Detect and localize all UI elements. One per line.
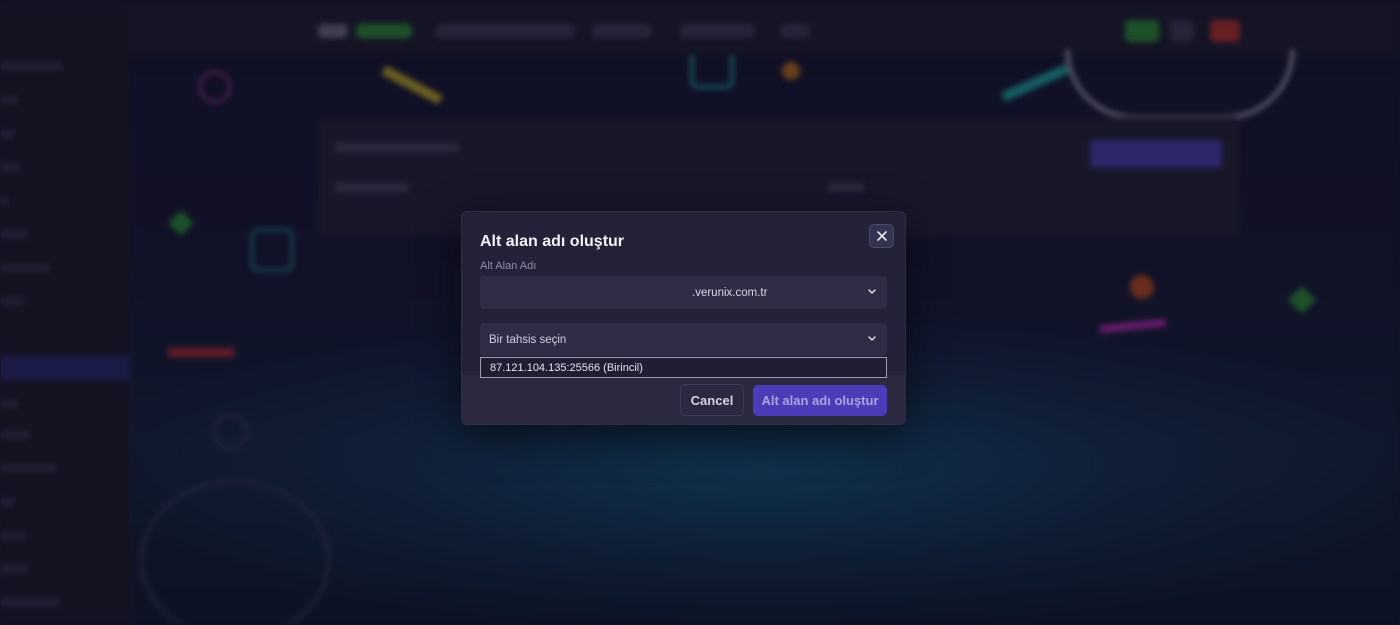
cancel-button[interactable]: Cancel [680, 384, 744, 416]
allocation-placeholder: Bir tahsis seçin [489, 333, 567, 346]
allocation-select[interactable]: Bir tahsis seçin [480, 323, 887, 356]
modal-title: Alt alan adı oluştur [480, 233, 625, 250]
create-subdomain-button[interactable]: Alt alan adı oluştur [753, 385, 887, 416]
subdomain-label: Alt Alan Adı [480, 260, 537, 272]
chevron-down-icon [868, 336, 876, 341]
close-button[interactable] [869, 224, 894, 248]
chevron-down-icon [868, 289, 876, 294]
domain-suffix: .verunix.com.tr [692, 286, 768, 299]
allocation-option[interactable]: 87.121.104.135:25566 (Birincil) [490, 362, 643, 374]
create-subdomain-modal: Alt alan adı oluştur Alt Alan Adı .verun… [461, 211, 906, 425]
domain-select[interactable]: .verunix.com.tr [480, 276, 887, 309]
allocation-dropdown: 87.121.104.135:25566 (Birincil) [480, 357, 887, 378]
close-icon [876, 231, 887, 241]
